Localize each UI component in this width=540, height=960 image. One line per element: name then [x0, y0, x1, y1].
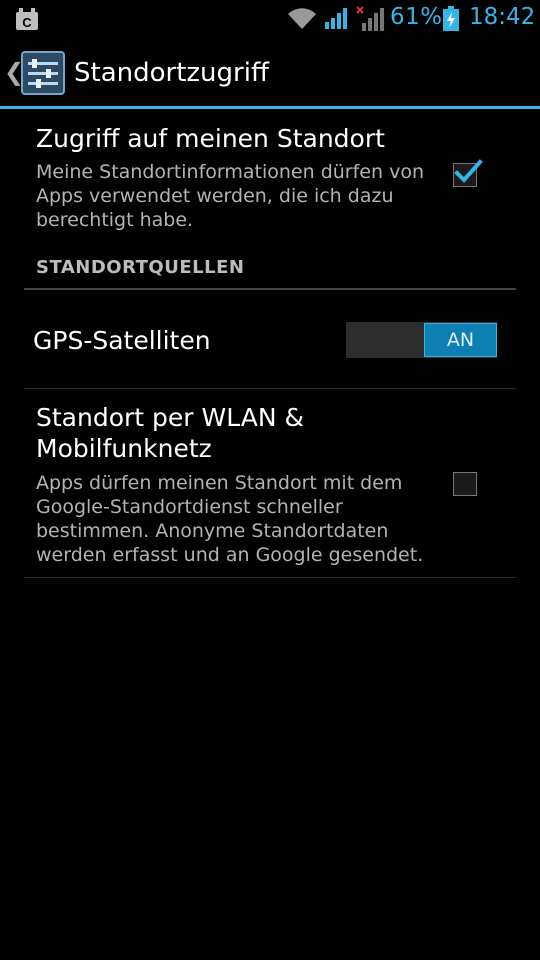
- notification-icon: C: [16, 8, 38, 30]
- row-divider: [24, 577, 516, 578]
- wlan-location-checkbox[interactable]: [453, 472, 477, 496]
- gps-title: GPS-Satelliten: [33, 326, 211, 355]
- summary-line: Meine Standortinformationen dürfen von: [36, 161, 424, 183]
- battery-charging-icon: [443, 6, 459, 31]
- page-title: Standortzugriff: [74, 58, 269, 88]
- summary-line: Apps dürfen meinen Standort mit dem: [36, 472, 403, 494]
- location-access-title: Zugriff auf meinen Standort: [36, 124, 385, 153]
- checkmark-icon: [454, 159, 483, 183]
- gps-switch-thumb[interactable]: AN: [424, 323, 497, 357]
- summary-line: Google-Standortdienst schneller: [36, 496, 343, 518]
- signal-icon: [325, 8, 347, 29]
- settings-sliders-icon[interactable]: [21, 51, 65, 95]
- wlan-summary: Apps dürfen meinen Standort mit dem Goog…: [36, 471, 446, 567]
- action-bar-divider: [0, 106, 540, 109]
- svg-text:C: C: [22, 15, 32, 30]
- summary-line: werden erfasst und an Google gesendet.: [36, 544, 424, 566]
- wlan-title: Standort per WLAN & Mobilfunknetz: [36, 402, 304, 464]
- no-signal-icon: [356, 6, 384, 31]
- category-divider: [24, 288, 516, 290]
- title-line: Mobilfunknetz: [36, 434, 212, 463]
- summary-line: Apps verwendet werden, die ich dazu: [36, 185, 394, 207]
- location-access-summary: Meine Standortinformationen dürfen von A…: [36, 160, 436, 232]
- battery-percent: 61%: [390, 4, 443, 30]
- summary-line: berechtigt habe.: [36, 209, 194, 231]
- wifi-icon: [288, 8, 316, 29]
- status-bar: C 61% 18:42: [0, 0, 540, 38]
- category-header: STANDORTQUELLEN: [36, 257, 245, 278]
- clock: 18:42: [469, 4, 536, 30]
- summary-line: bestimmen. Anonyme Standortdaten: [36, 520, 389, 542]
- location-access-checkbox[interactable]: [453, 159, 483, 187]
- row-divider: [24, 388, 516, 389]
- title-line: Standort per WLAN &: [36, 403, 304, 432]
